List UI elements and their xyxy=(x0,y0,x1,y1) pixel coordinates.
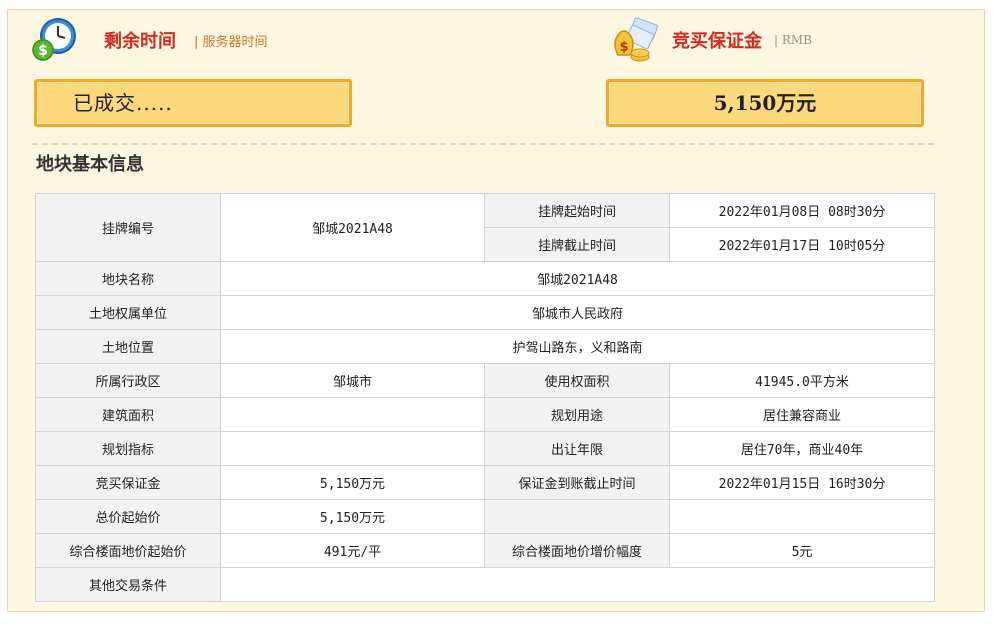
owner-label: 土地权属单位 xyxy=(35,295,221,330)
table-row: 总价起始价 5,150万元 xyxy=(35,499,935,534)
planning-index-value xyxy=(220,431,485,466)
listing-no-value: 邹城2021A48 xyxy=(220,193,485,262)
empty-value-cell xyxy=(669,499,935,534)
section-title: 地块基本信息 xyxy=(36,154,144,175)
location-label: 土地位置 xyxy=(35,329,221,364)
other-terms-value xyxy=(220,567,935,602)
other-terms-label: 其他交易条件 xyxy=(35,567,221,602)
building-area-value xyxy=(220,397,485,432)
floor-price-value: 491元/平 xyxy=(220,533,485,568)
deposit-amount-text: 5,150万元 xyxy=(713,91,817,115)
auction-status-box: 已成交..... xyxy=(34,79,352,127)
district-value: 邹城市 xyxy=(220,363,485,398)
area-value: 41945.0平方米 xyxy=(669,363,935,398)
parcel-name-label: 地块名称 xyxy=(35,261,221,296)
table-row: 所属行政区 邹城市 使用权面积 41945.0平方米 xyxy=(35,363,935,398)
owner-value: 邹城市人民政府 xyxy=(220,295,935,330)
deposit-header: $ 竞买保证金 | RMB xyxy=(610,16,812,64)
start-price-value: 5,150万元 xyxy=(220,499,485,534)
table-row: 规划指标 出让年限 居住70年，商业40年 xyxy=(35,431,935,466)
deposit-deadline-value: 2022年01月15日 16时30分 xyxy=(669,465,935,500)
district-label: 所属行政区 xyxy=(35,363,221,398)
deposit-deadline-label: 保证金到账截止时间 xyxy=(484,465,670,500)
remaining-time-header: $ 剩余时间 | 服务器时间 xyxy=(30,16,268,64)
deposit-value: 5,150万元 xyxy=(220,465,485,500)
auction-status-text: 已成交..... xyxy=(73,91,173,115)
floor-price-label: 综合楼面地价起始价 xyxy=(35,533,221,568)
listing-start-value: 2022年01月08日 08时30分 xyxy=(669,193,935,228)
term-value: 居住70年，商业40年 xyxy=(669,431,935,466)
deposit-amount-box: 5,150万元 xyxy=(606,79,924,127)
deposit-title: 竞买保证金 xyxy=(672,31,762,52)
listing-start-label: 挂牌起始时间 xyxy=(484,193,670,228)
table-row: 地块名称 邹城2021A48 xyxy=(35,261,935,296)
table-row: 建筑面积 规划用途 居住兼容商业 xyxy=(35,397,935,432)
term-label: 出让年限 xyxy=(484,431,670,466)
remaining-time-title: 剩余时间 xyxy=(104,31,176,52)
usage-label: 规划用途 xyxy=(484,397,670,432)
listing-end-label: 挂牌截止时间 xyxy=(484,227,670,262)
table-row: 土地位置 护驾山路东，义和路南 xyxy=(35,329,935,364)
area-label: 使用权面积 xyxy=(484,363,670,398)
deposit-label: 竞买保证金 xyxy=(35,465,221,500)
usage-value: 居住兼容商业 xyxy=(669,397,935,432)
table-row: 其他交易条件 xyxy=(35,567,935,602)
planning-index-label: 规划指标 xyxy=(35,431,221,466)
parcel-info-table: 挂牌编号 邹城2021A48 挂牌起始时间 2022年01月08日 08时30分… xyxy=(35,193,935,602)
floor-increment-label: 综合楼面地价增价幅度 xyxy=(484,533,670,568)
listing-end-value: 2022年01月17日 10时05分 xyxy=(669,227,935,262)
listing-no-label: 挂牌编号 xyxy=(35,193,221,262)
svg-text:$: $ xyxy=(619,40,628,55)
clock-dollar-icon: $ xyxy=(30,16,78,64)
svg-text:$: $ xyxy=(38,43,48,59)
table-row: 挂牌编号 邹城2021A48 挂牌起始时间 2022年01月08日 08时30分 xyxy=(35,193,935,262)
server-time-label: | 服务器时间 xyxy=(194,34,268,50)
parcel-name-value: 邹城2021A48 xyxy=(220,261,935,296)
empty-label-cell xyxy=(484,499,670,534)
floor-increment-value: 5元 xyxy=(669,533,935,568)
table-row: 土地权属单位 邹城市人民政府 xyxy=(35,295,935,330)
money-bag-icon: $ xyxy=(610,15,662,65)
divider xyxy=(32,143,934,145)
location-value: 护驾山路东，义和路南 xyxy=(220,329,935,364)
building-area-label: 建筑面积 xyxy=(35,397,221,432)
start-price-label: 总价起始价 xyxy=(35,499,221,534)
table-row: 综合楼面地价起始价 491元/平 综合楼面地价增价幅度 5元 xyxy=(35,533,935,568)
currency-label: | RMB xyxy=(774,33,812,47)
table-row: 竞买保证金 5,150万元 保证金到账截止时间 2022年01月15日 16时3… xyxy=(35,465,935,500)
